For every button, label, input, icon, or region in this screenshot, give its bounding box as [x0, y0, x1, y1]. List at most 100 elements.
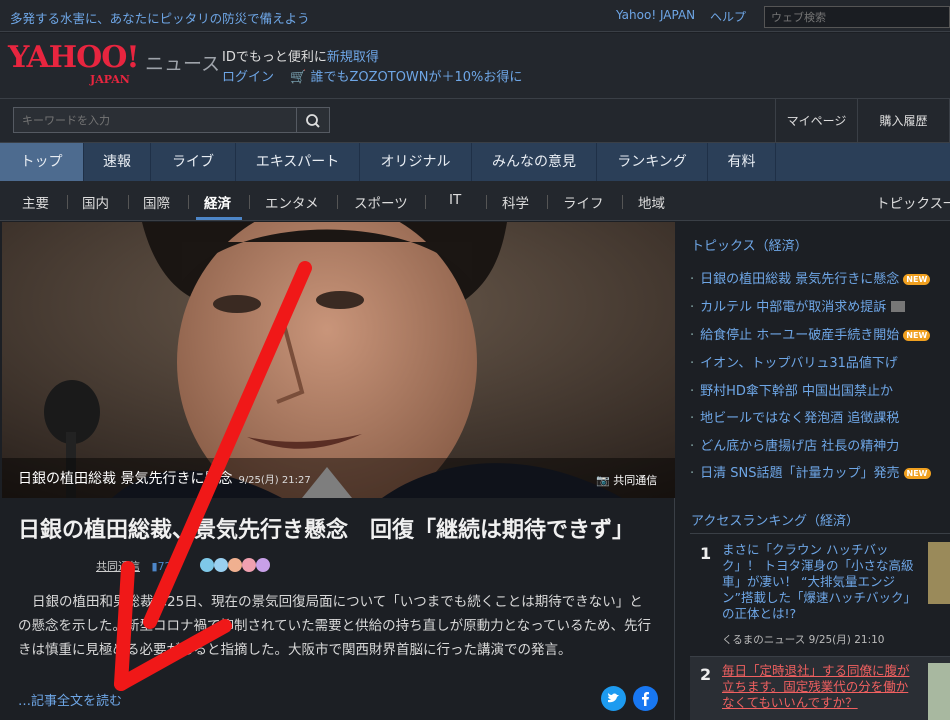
photo-caption-text: 日銀の植田総裁 景気先行きに懸念: [18, 471, 233, 487]
ranking-thumbnail-image: [928, 663, 950, 720]
topic-item-text: 日銀の植田総裁 景気先行きに懸念: [700, 272, 900, 287]
subnav-economy[interactable]: 経済: [204, 192, 231, 212]
sub-nav: 主要 国内 国際 経済 エンタメ スポーツ IT 科学 ライフ 地域 トピックス…: [0, 181, 950, 221]
topic-item[interactable]: · どん底から唐揚げ店 社長の精神力: [690, 435, 899, 454]
topic-item[interactable]: · 野村HD傘下幹部 中国出国禁止か: [690, 380, 893, 399]
main-article: 日銀の植田総裁 景気先行きに懸念 9/25(月) 21:27 📷 共同通信 日銀の…: [0, 222, 675, 720]
article-source-link[interactable]: 共同通信: [96, 560, 140, 573]
main-nav: トップ 速報 ライブ エキスパート オリジナル みんなの意見 ランキング 有料: [0, 143, 950, 181]
subnav-divider: [337, 195, 338, 209]
twitter-icon: [608, 693, 619, 703]
reaction-faces-icon[interactable]: [198, 556, 270, 574]
comment-count[interactable]: ▮722: [152, 560, 179, 573]
subnav-main[interactable]: 主要: [22, 192, 49, 212]
nav-opinions[interactable]: みんなの意見: [472, 143, 597, 181]
new-badge: NEW: [903, 330, 931, 341]
article-byline: 共同通信 ▮722: [96, 558, 179, 574]
photo-caption[interactable]: 日銀の植田総裁 景気先行きに懸念 9/25(月) 21:27: [18, 468, 311, 488]
subnav-region[interactable]: 地域: [638, 192, 665, 212]
topic-item-text: イオン、トップバリュ31品値下げ: [700, 356, 898, 371]
rank-number: 2: [700, 665, 712, 684]
governor-photo-image: [2, 222, 675, 498]
yahoo-japan-link[interactable]: Yahoo! JAPAN: [616, 8, 695, 22]
topic-item[interactable]: · イオン、トップバリュ31品値下げ: [690, 352, 898, 371]
purchase-history-link[interactable]: 購入履歴: [857, 99, 950, 143]
nav-live[interactable]: ライブ: [151, 143, 236, 181]
subnav-life[interactable]: ライフ: [563, 192, 604, 212]
bullet-icon: ·: [690, 356, 695, 371]
help-link[interactable]: ヘルプ: [710, 8, 746, 25]
subnav-science[interactable]: 科学: [502, 192, 529, 212]
twitter-share-button[interactable]: [601, 686, 626, 711]
nav-ranking[interactable]: ランキング: [597, 143, 708, 181]
article-headline[interactable]: 日銀の植田総裁、景気先行き懸念 回復「継続は期待できず」: [18, 514, 658, 548]
ranking-item-title: 毎日「定時退社」する同僚に腹が立ちます。固定残業代の分を働かなくてもいいんですか…: [722, 663, 910, 710]
nav-expert[interactable]: エキスパート: [236, 143, 360, 181]
new-badge: NEW: [903, 274, 931, 285]
photo-caption-date: 9/25(月) 21:27: [238, 475, 311, 486]
new-badge: NEW: [903, 468, 931, 479]
ranking-item-title: まさに「クラウン ハッチバック」！ トヨタ渾身の「小さな高級車」が凄い！ “大排…: [722, 542, 916, 621]
bullet-icon: ·: [690, 411, 695, 426]
subnav-it[interactable]: IT: [449, 192, 461, 208]
search-icon: [306, 114, 320, 128]
register-link[interactable]: 新規取得: [327, 50, 379, 65]
cart-icon: 🛒: [290, 70, 307, 85]
logo-yahoo-text: YAHOO!: [8, 40, 140, 75]
topic-item-text: 野村HD傘下幹部 中国出国禁止か: [700, 384, 894, 399]
read-full-article-link[interactable]: …記事全文を読む: [18, 690, 122, 709]
bullet-icon: ·: [690, 300, 695, 315]
nav-original[interactable]: オリジナル: [360, 143, 472, 181]
search-button[interactable]: [296, 107, 330, 133]
topic-item[interactable]: · 日清 SNS話題「計量カップ」発売 NEW: [690, 462, 931, 481]
ranking-item[interactable]: 2 毎日「定時退社」する同僚に腹が立ちます。固定残業代の分を働かなくてもいいんで…: [690, 656, 950, 720]
topic-item[interactable]: · 日銀の植田総裁 景気先行きに懸念 NEW: [690, 268, 931, 287]
nav-paid[interactable]: 有料: [708, 143, 776, 181]
comment-count-value: 722: [157, 560, 179, 573]
nav-top[interactable]: トップ: [0, 143, 84, 181]
right-sidebar: トピックス（経済） · 日銀の植田総裁 景気先行きに懸念 NEW · カルテル 中部電…: [676, 222, 950, 720]
video-icon: [891, 301, 906, 312]
subnav-divider: [622, 195, 623, 209]
subnav-divider: [67, 195, 68, 209]
topic-item[interactable]: · カルテル 中部電が取消求め提訴: [690, 296, 906, 315]
ranking-heading[interactable]: アクセスランキング（経済）: [691, 510, 859, 529]
subnav-divider: [486, 195, 487, 209]
ranking-item[interactable]: 1 まさに「クラウン ハッチバック」！ トヨタ渾身の「小さな高級車」が凄い！ “…: [690, 533, 950, 653]
topic-item-text: 給食停止 ホーユー破産手続き開始: [700, 328, 900, 343]
subnav-divider: [128, 195, 129, 209]
logo-news-text: ニュース: [145, 53, 221, 75]
login-row: ログイン 🛒 誰でもZOZOTOWNが＋10%お得に: [222, 66, 522, 85]
topic-item-text: 地ビールではなく発泡酒 追徴課税: [700, 411, 900, 426]
web-search-input[interactable]: [764, 6, 950, 28]
photo-credit: 📷 共同通信: [596, 472, 657, 488]
mypage-link[interactable]: マイページ: [775, 99, 857, 143]
logo-japan-text: JAPAN: [90, 73, 130, 86]
bullet-icon: ·: [690, 384, 695, 399]
article-photo[interactable]: [2, 222, 675, 498]
bullet-icon: ·: [690, 272, 695, 287]
topics-heading[interactable]: トピックス（経済）: [691, 235, 808, 254]
search-row: マイページ 購入履歴: [0, 99, 950, 143]
article-summary: 日銀の植田和男総裁は25日、現在の景気回復局面について「いつまでも続くことは期待…: [18, 594, 652, 658]
zozo-link[interactable]: 誰でもZOZOTOWNが＋10%お得に: [310, 70, 522, 85]
topic-item[interactable]: · 給食停止 ホーユー破産手続き開始 NEW: [690, 324, 931, 343]
bullet-icon: ·: [690, 328, 695, 343]
topic-item[interactable]: · 地ビールではなく発泡酒 追徴課税: [690, 407, 899, 426]
facebook-share-button[interactable]: [633, 686, 658, 711]
promo-link[interactable]: 多発する水害に、あなたにピッタリの防災で備えよう: [10, 8, 310, 27]
topic-item-text: 日清 SNS話題「計量カップ」発売: [700, 466, 900, 481]
nav-breaking[interactable]: 速報: [84, 143, 151, 181]
id-promo: IDでもっと便利に新規取得: [222, 46, 379, 65]
subnav-international[interactable]: 国際: [143, 192, 170, 212]
subnav-domestic[interactable]: 国内: [82, 192, 109, 212]
top-bar: 多発する水害に、あなたにピッタリの防災で備えよう Yahoo! JAPAN ヘル…: [0, 0, 950, 32]
login-link[interactable]: ログイン: [222, 70, 274, 85]
subnav-sports[interactable]: スポーツ: [354, 192, 408, 212]
bullet-icon: ·: [690, 439, 695, 454]
subnav-entertainment[interactable]: エンタメ: [265, 192, 319, 212]
keyword-search-input[interactable]: [13, 107, 297, 133]
subnav-divider: [425, 195, 426, 209]
yahoo-news-logo[interactable]: YAHOO! JAPAN ニュース: [8, 40, 220, 90]
subnav-topics-list[interactable]: トピックス一: [876, 192, 950, 212]
